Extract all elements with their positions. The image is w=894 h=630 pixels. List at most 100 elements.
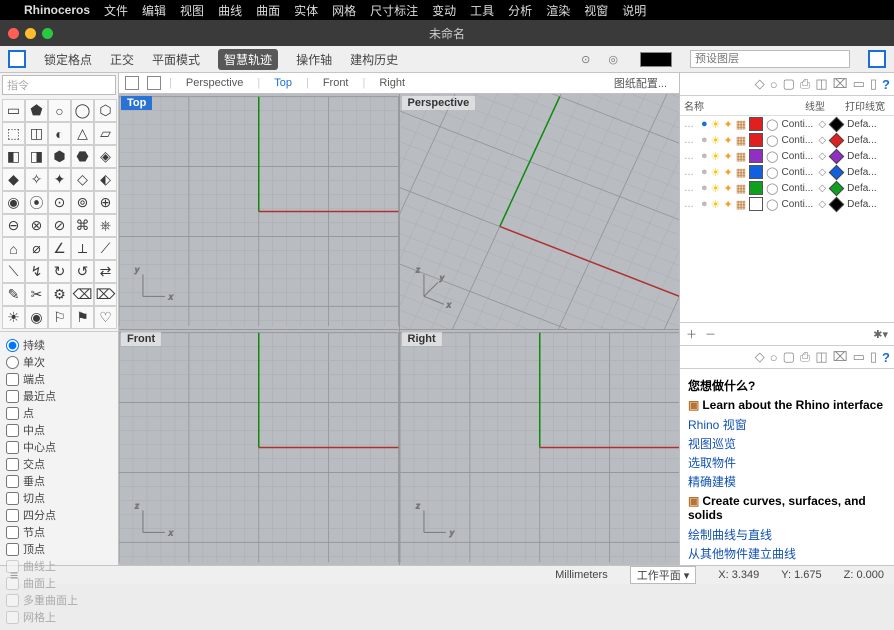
gumball-toggle[interactable]: 操作轴: [296, 51, 332, 68]
menu-analyze[interactable]: 分析: [508, 2, 532, 19]
layout-config-button[interactable]: 图纸配置...: [614, 75, 673, 91]
menu-file[interactable]: 文件: [104, 2, 128, 19]
tool-10[interactable]: ◧: [2, 145, 25, 168]
smarttrack-toggle[interactable]: 智慧轨迹: [218, 49, 278, 70]
tool-30[interactable]: ⌂: [2, 237, 25, 260]
osnap-check-2[interactable]: [6, 407, 19, 420]
tool-31[interactable]: ⌀: [25, 237, 48, 260]
osnap-check-6[interactable]: [6, 475, 19, 488]
tool-27[interactable]: ⊘: [48, 214, 71, 237]
tool-35[interactable]: ⟍: [2, 260, 25, 283]
viewport-top-label[interactable]: Top: [121, 96, 152, 110]
tool-48[interactable]: ⚑: [71, 306, 94, 329]
tool-49[interactable]: ♡: [94, 306, 117, 329]
tool-17[interactable]: ✦: [48, 168, 71, 191]
status-units[interactable]: Millimeters: [555, 569, 608, 581]
viewport-perspective-label[interactable]: Perspective: [402, 96, 476, 110]
planar-toggle[interactable]: 平面模式: [152, 51, 200, 68]
record-icon[interactable]: ⊙: [581, 53, 590, 66]
tool-16[interactable]: ✧: [25, 168, 48, 191]
viewport-right[interactable]: Right y z: [400, 330, 680, 565]
tool-19[interactable]: ⬖: [94, 168, 117, 191]
menu-curve[interactable]: 曲线: [218, 2, 242, 19]
menu-dimension[interactable]: 尺寸标注: [370, 2, 418, 19]
viewport-top[interactable]: Top x y: [119, 94, 399, 329]
display2-icon[interactable]: ▯: [870, 76, 877, 92]
osnap-check-9[interactable]: [6, 526, 19, 539]
lights-icon[interactable]: ⌧: [833, 76, 848, 92]
viewport-layout-icon[interactable]: [125, 76, 139, 90]
tool-26[interactable]: ⊗: [25, 214, 48, 237]
hp-materials-icon[interactable]: ◫: [815, 349, 827, 365]
viewport-right-label[interactable]: Right: [402, 332, 442, 346]
layer-header-name[interactable]: 名称: [684, 98, 790, 113]
osnap-persistent-radio[interactable]: [6, 339, 19, 352]
layer-row-4[interactable]: …●☀✦▦◯Conti...◇Defa...: [680, 180, 894, 196]
layer-row-5[interactable]: …●☀✦▦◯Conti...◇Defa...: [680, 196, 894, 212]
menu-render[interactable]: 渲染: [546, 2, 570, 19]
tool-1[interactable]: ⬟: [25, 99, 48, 122]
osnap-check-4[interactable]: [6, 441, 19, 454]
color-swatch[interactable]: [640, 52, 672, 67]
tool-25[interactable]: ⊖: [2, 214, 25, 237]
menu-mesh[interactable]: 网格: [332, 2, 356, 19]
props-icon[interactable]: ○: [770, 77, 778, 92]
status-menu-icon[interactable]: ≡: [10, 567, 18, 583]
tab-right[interactable]: Right: [371, 76, 413, 90]
tool-34[interactable]: ⟋: [94, 237, 117, 260]
osnap-check-0[interactable]: [6, 373, 19, 386]
hp-props-icon[interactable]: ○: [770, 350, 778, 365]
tool-33[interactable]: ⟂: [71, 237, 94, 260]
tool-28[interactable]: ⌘: [71, 214, 94, 237]
osnap-check-5[interactable]: [6, 458, 19, 471]
menu-window[interactable]: 视窗: [584, 2, 608, 19]
tool-8[interactable]: △: [71, 122, 94, 145]
tool-0[interactable]: ▭: [2, 99, 25, 122]
layers-icon[interactable]: ◇: [755, 76, 765, 92]
render-icon[interactable]: ⎙: [800, 76, 810, 92]
osnap-check-3[interactable]: [6, 424, 19, 437]
materials-icon[interactable]: ◫: [815, 76, 827, 92]
tool-9[interactable]: ▱: [94, 122, 117, 145]
tab-top[interactable]: Top: [266, 76, 300, 90]
preset-layer-field[interactable]: [690, 50, 850, 68]
tool-41[interactable]: ✂: [25, 283, 48, 306]
tool-7[interactable]: ◐: [48, 122, 71, 145]
hp-box-icon[interactable]: ▢: [783, 349, 795, 365]
osnap-check-8[interactable]: [6, 509, 19, 522]
status-cplane[interactable]: 工作平面 ▾: [630, 566, 697, 584]
record2-icon[interactable]: ◎: [608, 53, 618, 66]
tool-12[interactable]: ⬢: [48, 145, 71, 168]
layer-row-2[interactable]: …●☀✦▦◯Conti...◇Defa...: [680, 148, 894, 164]
menu-transform[interactable]: 变动: [432, 2, 456, 19]
close-button[interactable]: [8, 28, 19, 39]
tool-29[interactable]: ⎈: [94, 214, 117, 237]
tool-3[interactable]: ◯: [71, 99, 94, 122]
zoom-button[interactable]: [42, 28, 53, 39]
viewport-front-label[interactable]: Front: [121, 332, 161, 346]
menu-view[interactable]: 视图: [180, 2, 204, 19]
hp-layers-icon[interactable]: ◇: [755, 349, 765, 365]
tool-39[interactable]: ⇄: [94, 260, 117, 283]
tool-11[interactable]: ◨: [25, 145, 48, 168]
viewport-single-icon[interactable]: [147, 76, 161, 90]
hp-lights-icon[interactable]: ⌧: [833, 349, 848, 365]
tool-14[interactable]: ◈: [94, 145, 117, 168]
help-link-curves-from[interactable]: 从其他物件建立曲线: [688, 545, 886, 562]
osnap-oneshot-radio[interactable]: [6, 356, 19, 369]
layer-header-pw[interactable]: 打印线宽: [840, 98, 890, 113]
tool-21[interactable]: ⦿: [25, 191, 48, 214]
tool-44[interactable]: ⌦: [94, 283, 117, 306]
layer-row-0[interactable]: …●☀✦▦◯Conti...◇Defa...: [680, 116, 894, 132]
minimize-button[interactable]: [25, 28, 36, 39]
osnap-check-1[interactable]: [6, 390, 19, 403]
layer-row-1[interactable]: …●☀✦▦◯Conti...◇Defa...: [680, 132, 894, 148]
help-link-accurate[interactable]: 精确建模: [688, 473, 886, 490]
layer-row-3[interactable]: …●☀✦▦◯Conti...◇Defa...: [680, 164, 894, 180]
display-icon[interactable]: ▭: [853, 76, 865, 92]
tool-37[interactable]: ↻: [48, 260, 71, 283]
menu-help[interactable]: 说明: [622, 2, 646, 19]
menu-tools[interactable]: 工具: [470, 2, 494, 19]
tool-46[interactable]: ◉: [25, 306, 48, 329]
tab-front[interactable]: Front: [315, 76, 357, 90]
